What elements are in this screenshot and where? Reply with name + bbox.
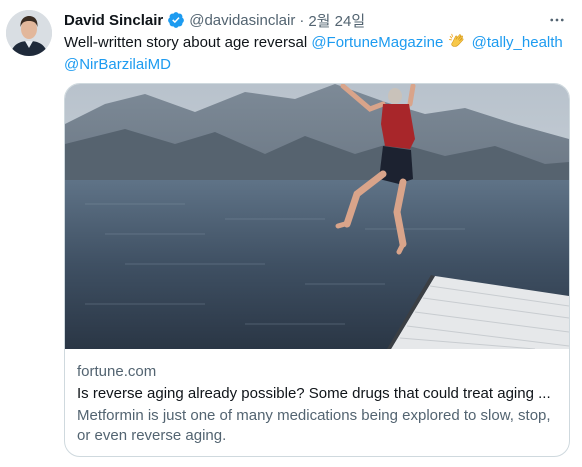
- verified-badge-icon: [167, 11, 185, 29]
- card-description: Metformin is just one of many medication…: [77, 407, 551, 444]
- card-image[interactable]: [65, 84, 569, 349]
- card-domain: fortune.com: [77, 363, 157, 380]
- mention-link[interactable]: @tally_health: [472, 34, 563, 51]
- tweet-text: Well-written story about age reversal @F…: [64, 32, 574, 76]
- separator-dot: ·: [299, 11, 305, 29]
- more-options-button[interactable]: [546, 9, 568, 31]
- tweet-text-body: Well-written story about age reversal: [64, 34, 312, 51]
- mention-link[interactable]: @NirBarzilaiMD: [64, 56, 171, 73]
- link-preview-card[interactable]: fortune.com Is reverse aging already pos…: [64, 83, 570, 457]
- photo-woman-jumping-into-lake: [65, 84, 569, 349]
- avatar[interactable]: [6, 10, 52, 56]
- avatar-photo-icon: [6, 10, 52, 56]
- tweet-header: David Sinclair @davidasinclair · 2월 24일: [64, 9, 572, 31]
- card-info[interactable]: fortune.com Is reverse aging already pos…: [65, 350, 569, 446]
- more-horizontal-icon: [550, 18, 564, 22]
- mention-link[interactable]: @FortuneMagazine: [311, 34, 443, 51]
- tweet-date[interactable]: 2월 24일: [308, 10, 365, 31]
- display-name[interactable]: David Sinclair: [64, 12, 163, 29]
- clapping-hands-icon: [448, 32, 466, 50]
- card-title: Is reverse aging already possible? Some …: [77, 385, 551, 402]
- user-handle[interactable]: @davidasinclair: [189, 12, 295, 29]
